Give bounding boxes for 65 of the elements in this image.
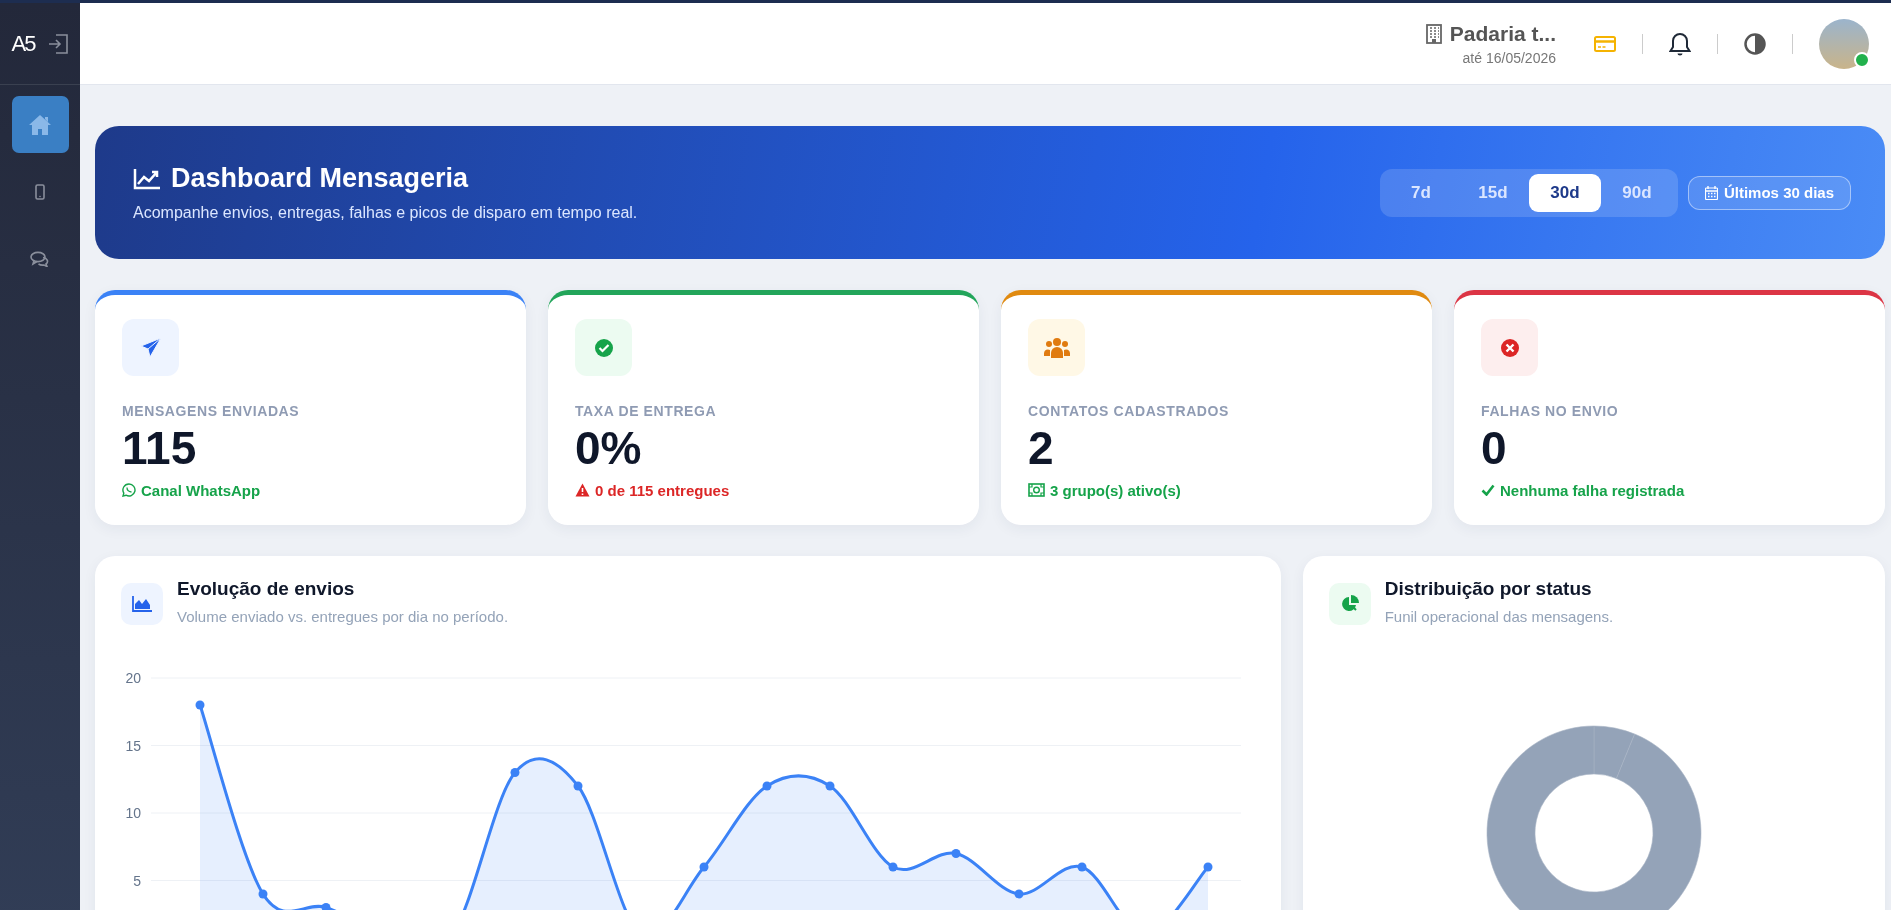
- stat-label: MENSAGENS ENVIADAS: [122, 403, 301, 419]
- warning-icon: [575, 483, 590, 498]
- plan-expiry-text: até 16/05/2026: [1462, 49, 1556, 66]
- data-point: [195, 700, 205, 710]
- error-circle-icon: [1499, 337, 1520, 358]
- data-point: [321, 903, 331, 910]
- users-icon: [1043, 336, 1070, 359]
- chart-subtitle: Volume enviado vs. entregues por dia no período.: [177, 608, 509, 625]
- line-chart-icon: [133, 167, 161, 190]
- chat-bubbles-icon: [30, 250, 50, 267]
- calendar-icon: [1704, 185, 1718, 200]
- date-range-button[interactable]: Últimos 30 dias: [1687, 175, 1851, 210]
- app-logo: A5: [11, 30, 35, 57]
- stat-value: 2: [1028, 423, 1055, 474]
- data-point: [699, 862, 709, 872]
- mobile-phone-icon: [35, 183, 45, 200]
- stat-label: TAXA DE ENTREGA: [575, 403, 718, 419]
- period-tab[interactable]: 7d: [1384, 173, 1457, 212]
- data-point: [258, 889, 268, 899]
- stat-label: CONTATOS CADASTRADOS: [1028, 403, 1230, 419]
- money-bill-icon: [1028, 483, 1045, 498]
- building-icon: [1425, 23, 1442, 44]
- paper-plane-icon: [139, 336, 162, 359]
- period-tab[interactable]: 15d: [1456, 173, 1529, 212]
- logout-icon[interactable]: [48, 33, 69, 54]
- data-point: [1077, 862, 1087, 872]
- period-tab[interactable]: 90d: [1600, 173, 1673, 212]
- banner-title: Dashboard Mensageria: [171, 163, 469, 194]
- stat-note: Canal WhatsApp: [141, 481, 261, 499]
- home-icon: [28, 113, 52, 136]
- y-axis-label: 20: [125, 670, 141, 686]
- bell-icon[interactable]: [1669, 31, 1691, 56]
- check-icon: [1481, 484, 1495, 497]
- pie-chart-icon: [1340, 595, 1359, 613]
- sidebar-nav-item[interactable]: [11, 96, 69, 153]
- data-point: [1014, 889, 1024, 899]
- stat-value: 0: [1481, 423, 1508, 474]
- data-point: [762, 781, 772, 791]
- contrast-icon[interactable]: [1744, 32, 1766, 55]
- period-tab[interactable]: 30d: [1528, 173, 1601, 212]
- stat-note: 0 de 115 entregues: [595, 481, 730, 499]
- data-point: [888, 862, 898, 872]
- stat-value: 115: [122, 423, 198, 474]
- data-point: [825, 781, 835, 791]
- y-axis-label: 10: [125, 805, 141, 821]
- online-status-dot: [1854, 51, 1870, 68]
- chart-subtitle: Funil operacional das mensagens.: [1384, 608, 1614, 625]
- chart-title: Evolução de envios: [177, 578, 356, 600]
- data-point: [573, 781, 583, 791]
- banner-subtitle: Acompanhe envios, entregas, falhas e picos de disparo em tempo real.: [133, 204, 638, 222]
- stat-note: 3 grupo(s) ativo(s): [1050, 481, 1181, 499]
- whatsapp-icon: [122, 483, 136, 498]
- stat-note: Nenhuma falha registrada: [1500, 481, 1685, 499]
- y-axis-label: 15: [125, 737, 141, 754]
- data-point: [510, 768, 520, 777]
- data-point: [1203, 862, 1213, 872]
- check-circle-icon: [593, 337, 614, 358]
- company-name[interactable]: Padaria t...: [1449, 21, 1556, 46]
- stat-value: 0%: [575, 423, 643, 474]
- data-point: [951, 849, 961, 858]
- user-avatar[interactable]: [1819, 18, 1869, 69]
- chart-title: Distribuição por status: [1384, 578, 1593, 600]
- y-axis-label: 5: [133, 872, 141, 889]
- stat-label: FALHAS NO ENVIO: [1481, 403, 1620, 419]
- area-chart-icon: [132, 596, 152, 612]
